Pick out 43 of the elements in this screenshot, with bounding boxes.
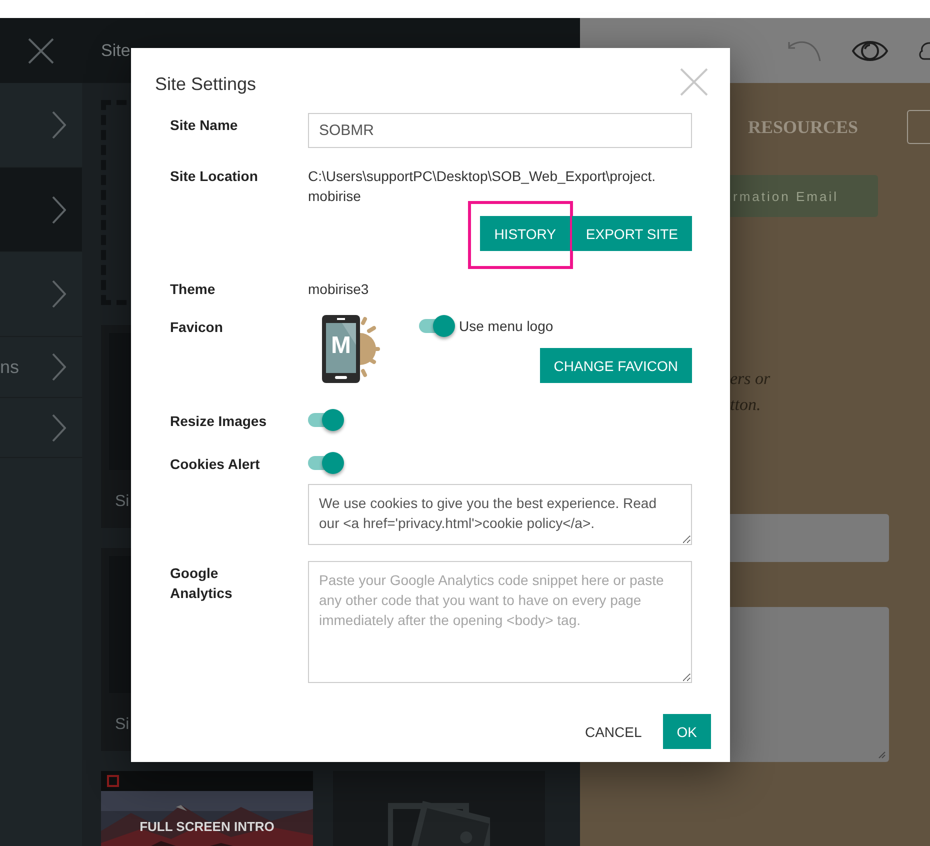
undo-icon[interactable] [786, 38, 822, 62]
chevron-right-icon [52, 111, 66, 139]
change-favicon-button[interactable]: CHANGE FAVICON [540, 348, 692, 383]
image-placeholder-icon [388, 801, 490, 846]
toggle-switch[interactable] [308, 409, 346, 431]
cancel-button[interactable]: CANCEL [574, 714, 652, 749]
action-button[interactable]: HISTORY [480, 216, 570, 251]
field-label: Google Analytics [170, 564, 234, 603]
toggle-label: Use menu logo [459, 317, 554, 336]
cookie-text-field[interactable]: We use cookies to give you the best experience. Read our <a href='privacy.html'>cookie policy</a>. [308, 484, 692, 545]
sidebar-item-label: ns [0, 356, 20, 378]
chevron-right-icon [52, 414, 66, 442]
chevron-right-icon [52, 196, 66, 224]
field-label: Site Name [170, 116, 239, 135]
chevron-right-icon [52, 280, 66, 308]
logo-icon [107, 775, 119, 787]
chevron-right-icon [52, 353, 66, 381]
action-button[interactable]: EXPORT SITE [572, 216, 692, 251]
logo-letter: M [330, 331, 352, 361]
email-button[interactable]: rmation Email [730, 175, 878, 217]
site-card-title: Si [114, 492, 130, 512]
site-name-field[interactable]: SOBMR [308, 113, 692, 148]
toggle-switch[interactable] [419, 315, 457, 337]
field-label: Favicon [170, 318, 224, 337]
form-textarea[interactable] [730, 607, 889, 762]
site-card-title: Si [114, 715, 130, 735]
toggle-switch[interactable] [308, 452, 346, 474]
template-thumbnail[interactable]: FULL SCREEN INTRO [101, 771, 313, 846]
analytics-code-field[interactable]: Paste your Google Analytics code snippet here or paste any other code that you want to have on every page immediately after the opening <body> tag. [308, 561, 692, 683]
field-label: Site Location [170, 167, 259, 186]
field-label: Theme [170, 280, 216, 299]
form-input[interactable] [730, 514, 889, 562]
site-location-path: C:\Users\supportPC\Desktop\SOB_Web_Export\project.mobirise [308, 167, 657, 206]
sidebar-item[interactable] [0, 168, 82, 252]
nav-button[interactable] [907, 110, 930, 144]
nav-link[interactable]: RESOURCES [748, 116, 858, 138]
close-icon[interactable] [28, 38, 54, 64]
theme-name: mobirise3 [308, 280, 370, 299]
ok-button[interactable]: OK [662, 714, 711, 749]
field-label: Cookies Alert [170, 455, 261, 474]
template-title: FULL SCREEN INTRO [138, 819, 276, 834]
resize-grip-icon[interactable] [878, 751, 886, 759]
field-label: Resize Images [170, 412, 268, 431]
